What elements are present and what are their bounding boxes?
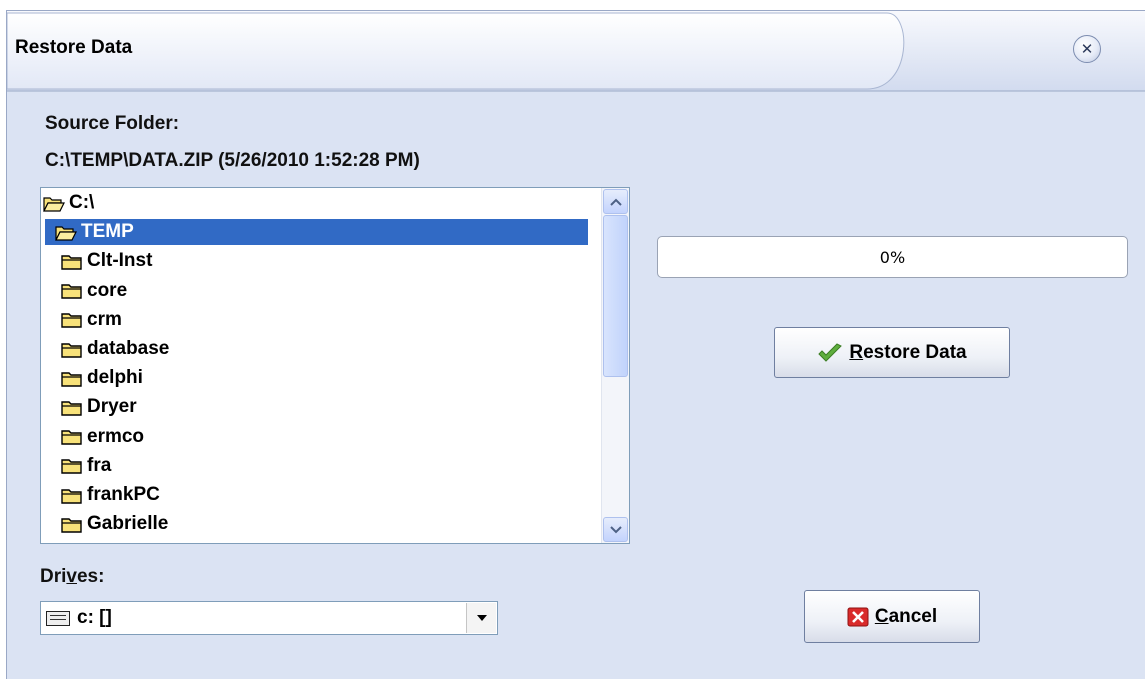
hard-drive-icon bbox=[46, 611, 70, 626]
progress-bar: 0% bbox=[657, 236, 1128, 278]
drives-select[interactable]: c: [] bbox=[40, 601, 498, 635]
window-title: Restore Data bbox=[15, 37, 133, 58]
folder-icon bbox=[61, 342, 82, 358]
checkmark-icon bbox=[818, 342, 843, 362]
open-folder-icon bbox=[55, 226, 77, 241]
source-folder-label: Source Folder: bbox=[45, 113, 180, 134]
folder-icon bbox=[61, 371, 82, 387]
scroll-thumb[interactable] bbox=[603, 215, 628, 377]
folder-item[interactable]: core bbox=[61, 278, 127, 304]
folder-item[interactable]: C:\ bbox=[43, 190, 94, 216]
close-icon: ✕ bbox=[1080, 40, 1094, 58]
restore-data-button[interactable]: Restore Data bbox=[774, 327, 1010, 378]
folder-item-label: Clt-Inst bbox=[87, 250, 153, 272]
red-x-icon bbox=[847, 607, 869, 626]
folder-icon bbox=[61, 401, 82, 416]
scroll-down-button[interactable] bbox=[603, 517, 628, 542]
cancel-accel: C bbox=[874, 605, 889, 627]
folder-item-label: fra bbox=[87, 454, 112, 476]
folder-item-label: core bbox=[87, 279, 128, 301]
folder-item-label: ermco bbox=[87, 425, 145, 447]
scroll-up-button[interactable] bbox=[603, 189, 628, 214]
restore-label: estore Data bbox=[863, 341, 967, 363]
folder-icon bbox=[61, 284, 82, 299]
folder-item-label: delphi bbox=[87, 367, 143, 389]
folder-item-label: Dryer bbox=[87, 396, 137, 418]
folder-item-label: frankPC bbox=[87, 484, 160, 505]
folder-icon bbox=[61, 459, 82, 474]
cancel-label: ancel bbox=[888, 605, 938, 627]
drives-dropdown-button[interactable] bbox=[466, 603, 496, 633]
drives-value: c: [] bbox=[77, 607, 112, 628]
folder-item[interactable]: ermco bbox=[61, 424, 144, 450]
drives-label-pre: Dri bbox=[40, 566, 67, 587]
folder-item[interactable]: Dryer bbox=[61, 394, 137, 420]
restore-data-dialog: Restore Data ✕ Source Folder: C:\TEMP\DA… bbox=[6, 10, 1145, 679]
folder-item[interactable]: delphi bbox=[61, 365, 143, 391]
chevron-up-icon bbox=[609, 198, 622, 206]
folder-icon bbox=[61, 430, 82, 445]
folder-item-label: database bbox=[87, 338, 170, 359]
vertical-scrollbar[interactable] bbox=[601, 188, 629, 543]
dropdown-arrow-icon bbox=[476, 615, 487, 621]
folder-icon bbox=[61, 313, 82, 328]
folder-icon bbox=[61, 517, 82, 533]
folder-item-label: C:\ bbox=[69, 192, 95, 213]
drives-label-accel: v bbox=[66, 566, 77, 587]
folder-item-label: TEMP bbox=[81, 221, 134, 243]
drives-label-post: es: bbox=[76, 566, 105, 587]
folder-item-label: crm bbox=[87, 308, 122, 330]
close-button[interactable]: ✕ bbox=[1073, 35, 1101, 63]
progress-text: 0% bbox=[879, 247, 906, 267]
title-bar: Restore Data ✕ bbox=[7, 11, 1145, 95]
folder-item[interactable]: TEMP bbox=[45, 219, 588, 246]
folder-item[interactable]: crm bbox=[61, 307, 122, 333]
folder-icon bbox=[61, 255, 82, 270]
folder-item[interactable]: Clt-Inst bbox=[61, 248, 152, 274]
open-folder-icon bbox=[43, 196, 65, 212]
drives-label: Drives: bbox=[40, 566, 104, 588]
folder-icon bbox=[61, 488, 82, 504]
folder-item-label: Gabrielle bbox=[87, 513, 169, 535]
title-bar-background bbox=[7, 11, 1145, 92]
folder-item[interactable]: database bbox=[61, 336, 169, 362]
source-path: C:\TEMP\DATA.ZIP (5/26/2010 1:52:28 PM) bbox=[45, 150, 420, 171]
folder-list[interactable]: C:\ TEMP Clt-Inst core crm database delphi Drye… bbox=[40, 187, 630, 544]
folder-item[interactable]: frankPC bbox=[61, 482, 160, 508]
chevron-down-icon bbox=[609, 525, 622, 533]
folder-item[interactable]: fra bbox=[61, 453, 111, 479]
folder-item[interactable]: Gabrielle bbox=[61, 511, 168, 537]
restore-accel: R bbox=[849, 341, 864, 363]
cancel-button[interactable]: Cancel bbox=[804, 590, 980, 643]
